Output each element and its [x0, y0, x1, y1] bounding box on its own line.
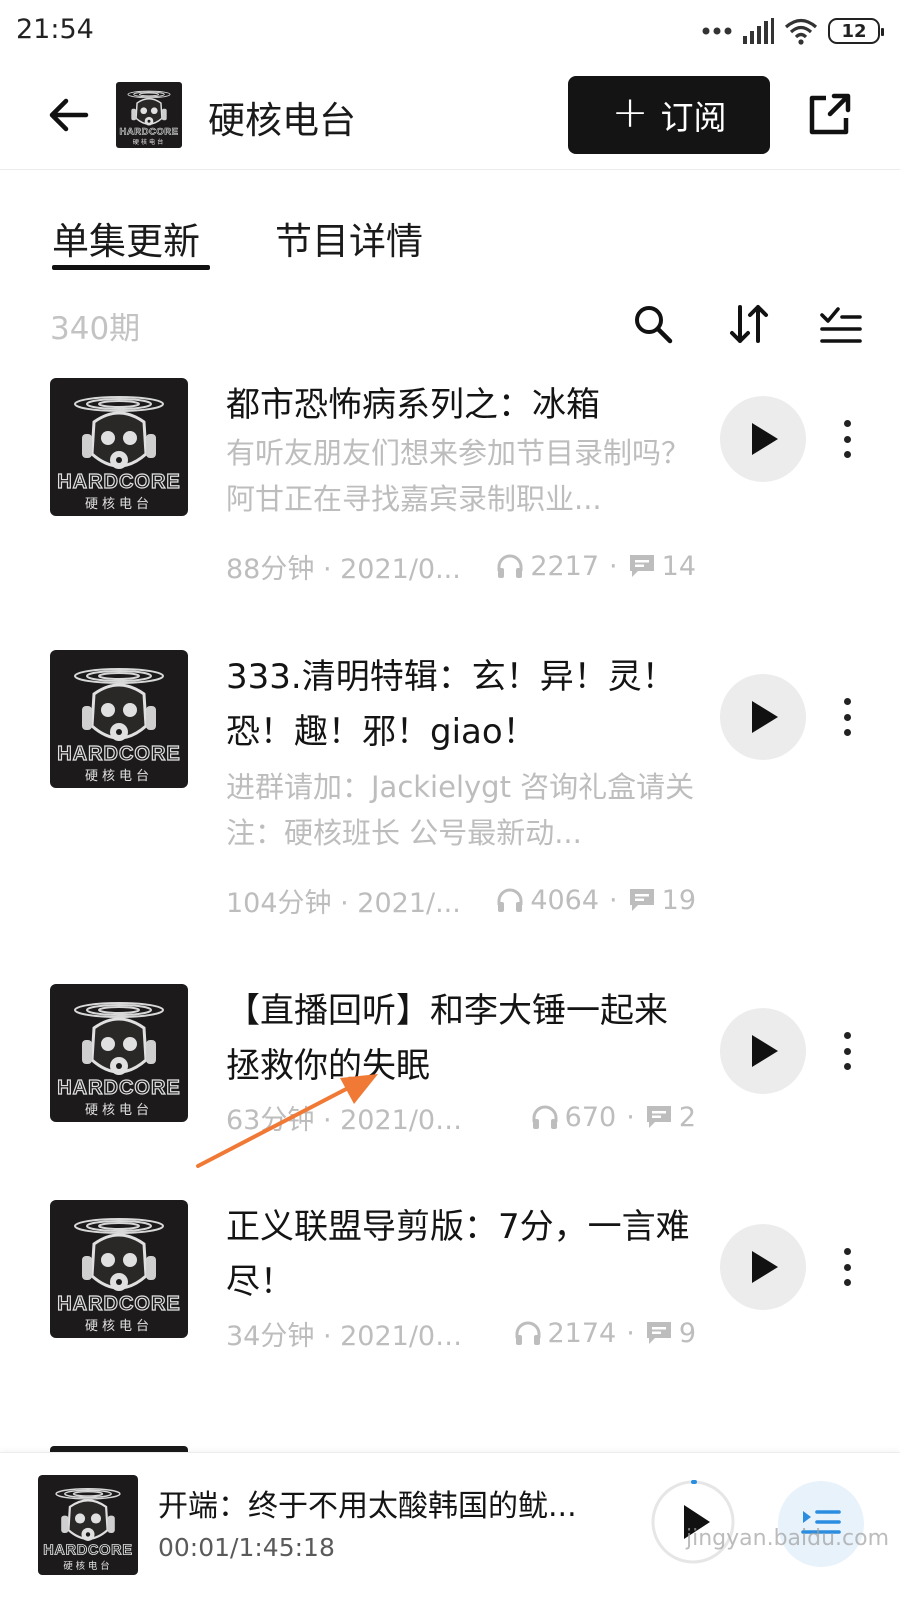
play-icon — [752, 1251, 778, 1283]
comment-icon — [646, 1322, 671, 1344]
filter-list-icon[interactable] — [818, 301, 864, 347]
episode-duration-date: 104分钟 · 2021/... — [226, 887, 461, 919]
sort-icon[interactable] — [726, 301, 772, 347]
episode-description: 有听友朋友们想来参加节目录制吗？阿甘正在寻找嘉宾录制职业... — [226, 436, 691, 516]
share-icon[interactable] — [804, 90, 854, 140]
more-dots-icon — [702, 27, 732, 35]
episode-meta: 63分钟 · 2021/03/20 670 · 2 — [226, 1097, 696, 1137]
episode-stats: 4064 · 19 — [496, 885, 696, 916]
episode-cover — [50, 1200, 188, 1338]
play-icon — [752, 701, 778, 733]
headphones-icon — [532, 1105, 558, 1129]
play-count: 4064 — [530, 884, 600, 916]
comment-stats: 9 — [645, 1318, 696, 1349]
status-time: 21:54 — [16, 14, 94, 45]
episode-cover — [50, 650, 188, 788]
play-icon — [752, 423, 778, 455]
more-options-icon[interactable] — [832, 1028, 862, 1074]
episode-play-button[interactable] — [720, 1224, 806, 1310]
battery-level: 12 — [841, 20, 867, 42]
more-options-icon[interactable] — [832, 1244, 862, 1290]
separator-dot: · — [609, 884, 618, 916]
podcast-header: 硬核电台 + 订阅 — [0, 62, 900, 170]
episode-stats: 2217 · 14 — [496, 551, 696, 582]
podcast-logo — [116, 82, 182, 148]
player-cover — [38, 1475, 138, 1575]
more-options-icon[interactable] — [832, 694, 862, 740]
comment-count: 14 — [661, 550, 696, 582]
episode-stats: 2174 · 9 — [514, 1317, 696, 1349]
episode-duration-date: 34分钟 · 2021/03/... — [226, 1320, 466, 1352]
episode-duration-date: 63分钟 · 2021/03/20 — [226, 1104, 466, 1136]
playlist-button[interactable] — [778, 1481, 864, 1567]
plus-icon: + — [611, 87, 649, 138]
separator-dot: · — [626, 1317, 635, 1349]
player-play-button[interactable] — [648, 1477, 738, 1567]
comment-icon — [629, 555, 654, 577]
comment-count: 2 — [678, 1101, 696, 1133]
comment-count: 19 — [661, 884, 696, 916]
tab-bar: 单集更新 节目详情 — [0, 205, 900, 275]
episode-description: 进群请加：Jackielygt 咨询礼盒请关注：硬核班长 公号最新动... — [226, 770, 695, 850]
episode-toolbar: 340期 — [0, 295, 900, 355]
play-count: 2174 — [547, 1317, 617, 1349]
player-progress-time: 00:01/1:45:18 — [158, 1533, 335, 1562]
watermark: jingyan.baidu.com — [686, 1526, 890, 1551]
comment-stats: 2 — [645, 1102, 696, 1133]
separator-dot: · — [609, 550, 618, 582]
signal-icon — [743, 18, 774, 44]
tab-details[interactable]: 节目详情 — [275, 211, 423, 265]
comment-stats: 19 — [628, 885, 696, 916]
comment-icon — [646, 1106, 671, 1128]
subscribe-button[interactable]: + 订阅 — [568, 76, 770, 154]
headphones-icon — [515, 1321, 540, 1345]
episode-title: 都市恐怖病系列之：冰箱 — [226, 385, 600, 425]
episode-play-button[interactable] — [720, 674, 806, 760]
comment-count: 9 — [678, 1317, 696, 1349]
headphones-icon — [497, 888, 523, 912]
status-bar: 21:54 12 — [0, 0, 900, 62]
podcast-title: 硬核电台 — [208, 99, 356, 142]
play-count: 670 — [564, 1101, 617, 1133]
episode-cover — [50, 378, 188, 516]
play-count: 2217 — [530, 550, 600, 582]
episode-stats: 670 · 2 — [531, 1102, 696, 1133]
status-icons: 12 — [702, 14, 884, 48]
subscribe-label: 订阅 — [660, 98, 727, 137]
more-options-icon[interactable] — [832, 416, 862, 462]
episode-duration-date: 88分钟 · 2021/0... — [226, 553, 461, 585]
search-icon[interactable] — [630, 301, 676, 347]
player-episode-title: 开端：终于不用太酸韩国的鱿... — [158, 1489, 577, 1524]
headphones-icon — [497, 554, 523, 578]
episode-meta: 88分钟 · 2021/0... 2217 · 14 — [226, 546, 696, 586]
episode-cover — [50, 984, 188, 1122]
wifi-icon — [784, 18, 818, 45]
episode-play-button[interactable] — [720, 396, 806, 482]
battery-indicator: 12 — [828, 18, 884, 44]
episode-meta: 34分钟 · 2021/03/... 2174 · 9 — [226, 1313, 696, 1353]
back-arrow-icon[interactable] — [44, 90, 94, 140]
comment-icon — [629, 889, 654, 911]
episode-count: 340期 — [50, 311, 141, 347]
comment-stats: 14 — [628, 551, 696, 582]
episode-title: 333.清明特辑：玄！异！灵！恐！趣！邪！giao！ — [226, 657, 676, 752]
active-tab-indicator — [52, 265, 210, 270]
episode-title: 正义联盟导剪版：7分，一言难尽！ — [226, 1207, 690, 1302]
episode-meta: 104分钟 · 2021/... 4064 · 19 — [226, 880, 696, 920]
separator-dot: · — [626, 1101, 635, 1133]
tab-episodes[interactable]: 单集更新 — [52, 211, 200, 265]
episode-title: 【直播回听】和李大锤一起来拯救你的失眠 — [226, 991, 668, 1086]
episode-play-button[interactable] — [720, 1008, 806, 1094]
play-icon — [752, 1035, 778, 1067]
